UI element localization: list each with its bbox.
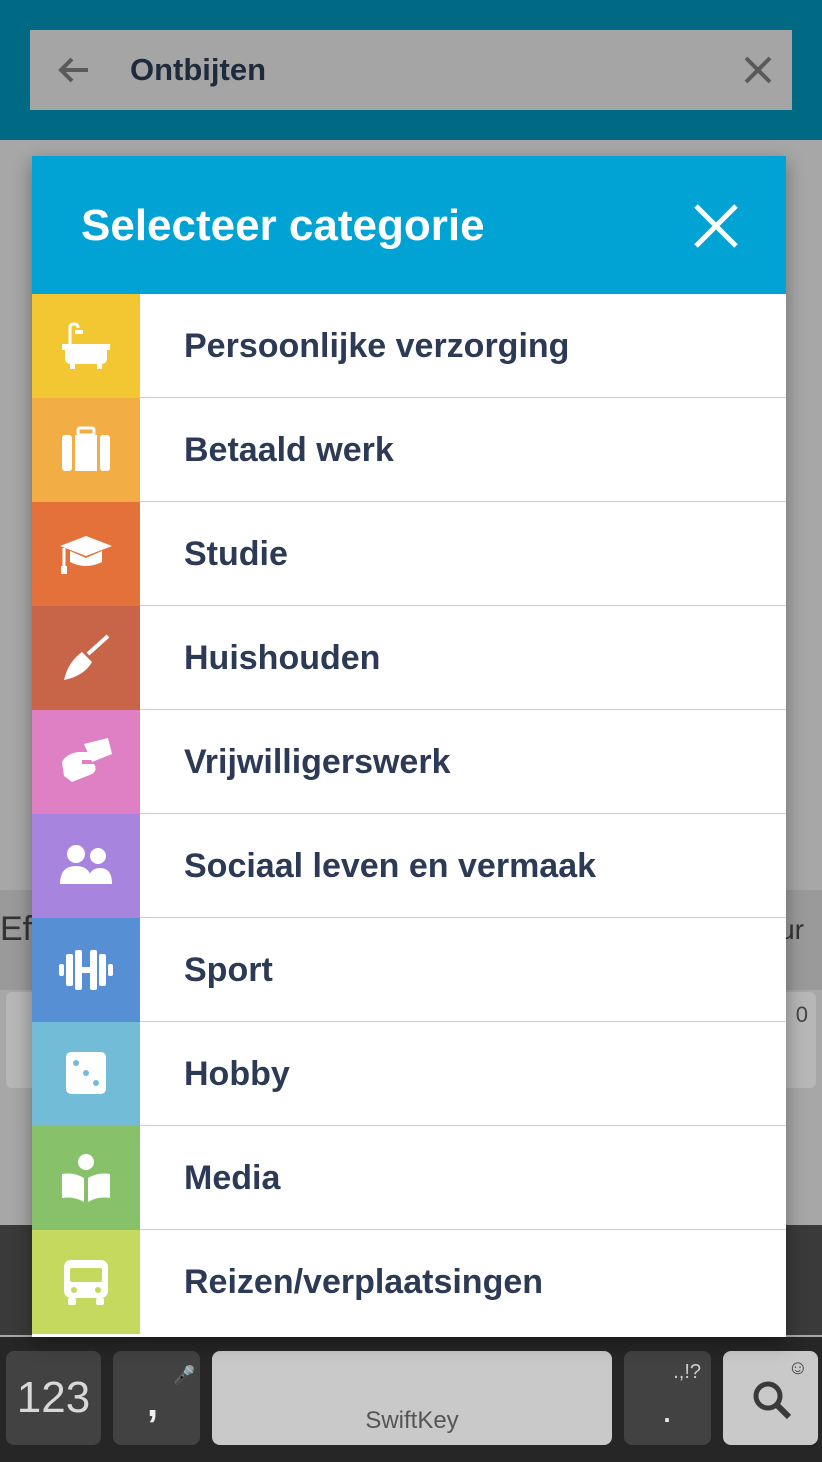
category-item-sport[interactable]: Sport	[32, 918, 786, 1022]
category-label: Huishouden	[184, 639, 381, 677]
category-tile	[32, 1126, 140, 1230]
category-item-sociaal-leven[interactable]: Sociaal leven en vermaak	[32, 814, 786, 918]
category-list: Persoonlijke verzorging Betaald werk Stu…	[32, 294, 786, 1334]
bus-icon	[64, 1260, 108, 1305]
category-dialog: Selecteer categorie Persoonlijke verzorg…	[32, 156, 786, 1337]
category-item-reizen[interactable]: Reizen/verplaatsingen	[32, 1230, 786, 1334]
category-item-betaald-werk[interactable]: Betaald werk	[32, 398, 786, 502]
category-label: Reizen/verplaatsingen	[184, 1263, 544, 1301]
broom-icon	[64, 634, 110, 680]
category-tile	[32, 710, 140, 814]
category-label: Vrijwilligerswerk	[184, 743, 451, 781]
category-tile	[32, 1022, 140, 1126]
category-label: Persoonlijke verzorging	[184, 327, 570, 365]
category-item-vrijwilligerswerk[interactable]: Vrijwilligerswerk	[32, 710, 786, 814]
category-label: Betaald werk	[184, 431, 394, 469]
category-tile	[32, 814, 140, 918]
bathtub-icon	[62, 322, 110, 369]
dumbbell-icon	[59, 950, 113, 990]
category-item-persoonlijke-verzorging[interactable]: Persoonlijke verzorging	[32, 294, 786, 398]
category-label: Hobby	[184, 1055, 290, 1093]
category-tile	[32, 502, 140, 606]
reading-icon	[62, 1154, 110, 1202]
category-tile	[32, 606, 140, 710]
category-item-media[interactable]: Media	[32, 1126, 786, 1230]
category-label: Sport	[184, 951, 273, 989]
category-tile	[32, 294, 140, 398]
briefcase-icon	[62, 426, 110, 471]
close-icon[interactable]	[690, 200, 742, 252]
category-label: Studie	[184, 535, 288, 573]
category-label: Sociaal leven en vermaak	[184, 847, 597, 885]
dice-icon	[66, 1052, 106, 1094]
category-tile	[32, 398, 140, 502]
category-item-studie[interactable]: Studie	[32, 502, 786, 606]
category-tile	[32, 918, 140, 1022]
dialog-header: Selecteer categorie	[32, 156, 786, 294]
category-item-huishouden[interactable]: Huishouden	[32, 606, 786, 710]
category-item-hobby[interactable]: Hobby	[32, 1022, 786, 1126]
helping-hand-icon	[62, 738, 112, 782]
category-label: Media	[184, 1159, 281, 1197]
dialog-title: Selecteer categorie	[81, 201, 485, 250]
graduation-cap-icon	[60, 536, 112, 574]
category-tile	[32, 1230, 140, 1334]
people-icon	[60, 845, 112, 884]
